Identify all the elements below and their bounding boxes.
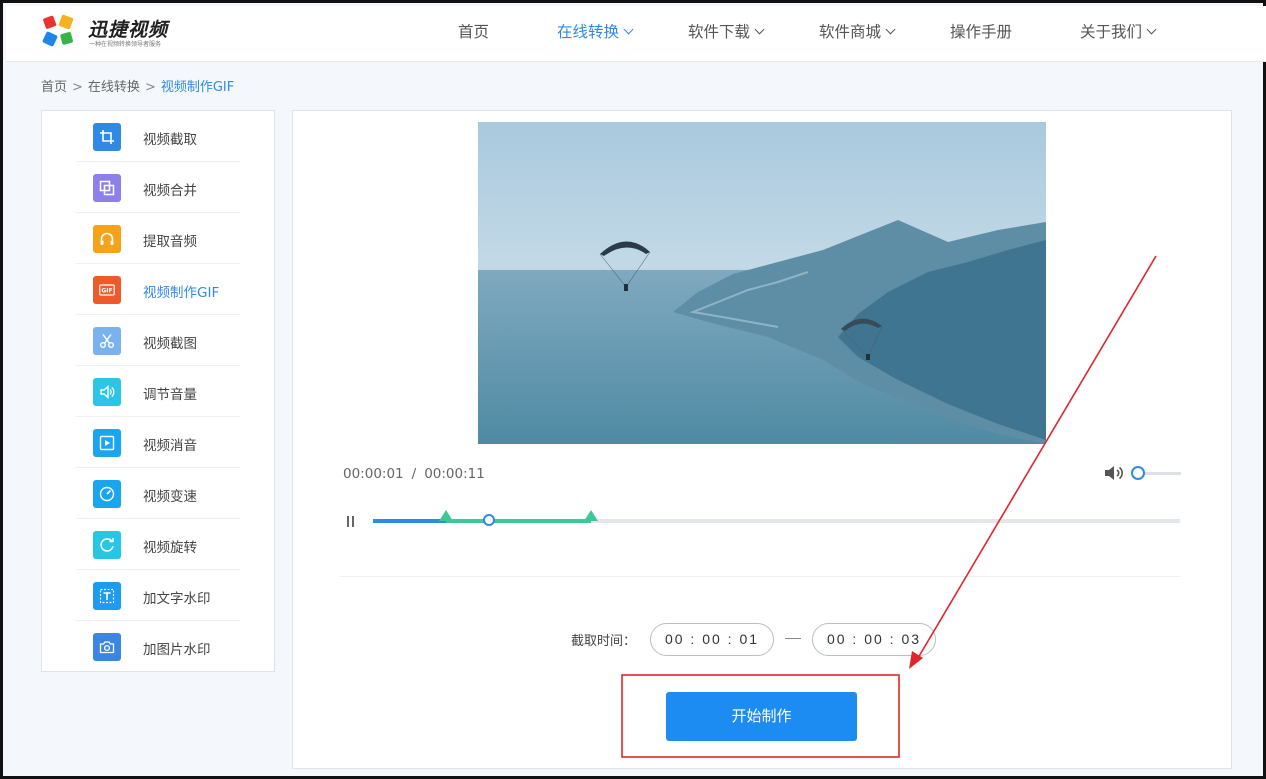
cut-time-label: 截取时间： (571, 634, 637, 649)
nav-item-software-store[interactable]: 软件商城 (819, 20, 896, 42)
breadcrumb-separator: > (72, 80, 83, 95)
chevron-down-icon (1146, 24, 1157, 35)
scissors-icon (93, 327, 121, 355)
headphones-icon (93, 225, 121, 253)
timeline-track[interactable] (373, 510, 1180, 526)
breadcrumb-current: 视频制作GIF (160, 80, 235, 95)
range-end-handle[interactable] (583, 510, 598, 521)
nav-item-about[interactable]: 关于我们 (1080, 20, 1157, 42)
sidebar-item-video-screenshot[interactable]: 视频截图 (76, 315, 240, 366)
end-time-input[interactable]: 00 : 00 : 03 (812, 623, 936, 656)
range-start-handle[interactable] (438, 510, 453, 521)
sidebar-item-video-merge[interactable]: 视频合并 (76, 162, 240, 213)
gif-maker-panel: 00:00:01 / 00:00:11 截取时间： 00 : 00 : 01 00 … (292, 110, 1232, 769)
divider (340, 576, 1180, 577)
current-time: 00:00:01 (343, 466, 404, 482)
video-preview[interactable] (478, 122, 1046, 444)
nav-item-manual[interactable]: 操作手册 (950, 20, 1012, 42)
sidebar-item-video-crop[interactable]: 视频截取 (76, 111, 240, 162)
sidebar-item-adjust-volume[interactable]: 调节音量 (76, 366, 240, 417)
sidebar-item-extract-audio[interactable]: 提取音频 (76, 213, 240, 264)
video-frame-image (478, 122, 1046, 444)
main-nav: 首页 在线转换 软件下载 软件商城 操作手册 关于我们 (6, 6, 1266, 62)
timeline-selected-range (445, 519, 591, 523)
nav-item-software-download[interactable]: 软件下载 (688, 20, 765, 42)
start-time-input[interactable]: 00 : 00 : 01 (650, 623, 774, 656)
sidebar-item-video-gif[interactable]: GIF 视频制作GIF (76, 264, 240, 315)
top-header: 迅捷视频 一种在视频转换领导者服务 首页 在线转换 软件下载 软件商城 操作手册… (6, 6, 1266, 62)
chevron-down-icon (754, 24, 765, 35)
timeline-progress (373, 519, 446, 523)
crop-icon (93, 123, 121, 151)
breadcrumb: 首页 > 在线转换 > 视频制作GIF (41, 76, 234, 95)
sidebar-item-video-mute[interactable]: 视频消音 (76, 417, 240, 468)
nav-item-online-convert[interactable]: 在线转换 (557, 20, 634, 42)
nav-item-home[interactable]: 首页 (458, 20, 489, 42)
merge-icon (93, 174, 121, 202)
volume-slider-knob[interactable] (1131, 466, 1145, 480)
duration: 00:00:11 (424, 466, 485, 482)
sidebar-item-video-rotate[interactable]: 视频旋转 (76, 519, 240, 570)
speedometer-icon (93, 480, 121, 508)
start-making-button[interactable]: 开始制作 (666, 692, 857, 741)
screenshot-frame: 迅捷视频 一种在视频转换领导者服务 首页 在线转换 软件下载 软件商城 操作手册… (0, 0, 1266, 779)
volume-icon (93, 378, 121, 406)
sidebar-item-image-watermark[interactable]: 加图片水印 (76, 621, 240, 672)
speaker-icon[interactable] (1103, 464, 1125, 482)
tool-sidebar: 视频截取 视频合并 提取音频 GIF 视频制作GIF 视频截图 调节音量 视频消… (41, 110, 275, 672)
pause-icon[interactable] (345, 516, 357, 528)
breadcrumb-online-convert[interactable]: 在线转换 (88, 80, 140, 95)
time-separator: / (411, 466, 417, 482)
image-watermark-icon (93, 633, 121, 661)
svg-text:GIF: GIF (101, 288, 112, 295)
rotate-icon (93, 531, 121, 559)
breadcrumb-separator: > (144, 80, 156, 95)
play-box-icon (93, 429, 121, 457)
range-dash (785, 638, 801, 639)
chevron-down-icon (885, 24, 896, 35)
chevron-down-icon (623, 24, 634, 35)
breadcrumb-home[interactable]: 首页 (41, 80, 67, 95)
sidebar-item-text-watermark[interactable]: 加文字水印 (76, 570, 240, 621)
sidebar-item-video-speed[interactable]: 视频变速 (76, 468, 240, 519)
text-watermark-icon (93, 582, 121, 610)
playhead-knob[interactable] (483, 514, 496, 526)
time-readout: 00:00:01 / 00:00:11 (343, 466, 485, 482)
gif-icon: GIF (93, 276, 121, 304)
